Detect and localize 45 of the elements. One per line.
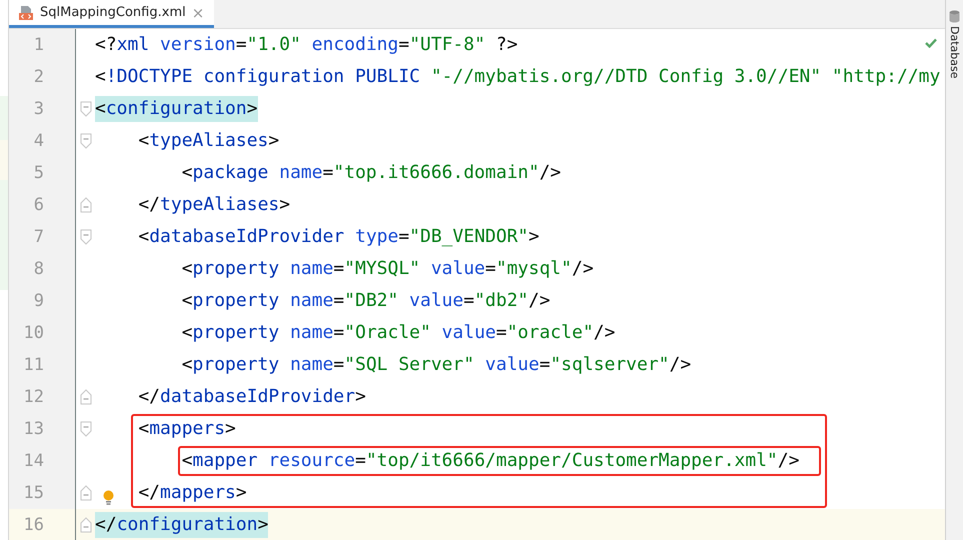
fold-icon[interactable] <box>80 133 92 149</box>
code-line: </mappers> <box>138 481 247 505</box>
code-line: </typeAliases> <box>138 193 290 217</box>
line-number: 4 <box>34 131 44 151</box>
line-number: 2 <box>34 67 44 87</box>
line-number: 1 <box>34 35 44 55</box>
line-number: 10 <box>24 323 44 343</box>
line-number: 11 <box>24 355 44 375</box>
line-number: 12 <box>24 387 44 407</box>
line-number: 3 <box>34 99 44 119</box>
line-number: 13 <box>24 419 44 439</box>
unfold-icon[interactable] <box>80 197 92 213</box>
checkmark-icon <box>925 38 937 48</box>
code-line: <property name="DB2" value="db2"/> <box>182 289 550 313</box>
code-line: <property name="SQL Server" value="sqlserver"/> <box>182 353 692 377</box>
line-number: 15 <box>24 483 44 503</box>
line-number: 9 <box>34 291 44 311</box>
line-number: 6 <box>34 195 44 215</box>
unfold-icon[interactable] <box>80 389 92 405</box>
fold-icon[interactable] <box>80 101 92 117</box>
line-number: 7 <box>34 227 44 247</box>
line-number: 16 <box>24 515 44 535</box>
fold-icon[interactable] <box>80 421 92 437</box>
line-number: 14 <box>24 451 44 471</box>
xml-file-icon <box>18 4 34 20</box>
code-line: <?xml version="1.0" encoding="UTF-8" ?> <box>95 33 518 57</box>
side-tool-tab[interactable]: Database <box>948 26 961 78</box>
code-line: <package name="top.it6666.domain"/> <box>182 161 562 185</box>
unfold-icon[interactable] <box>80 517 92 533</box>
line-number: 5 <box>34 163 44 183</box>
unfold-icon[interactable] <box>80 485 92 501</box>
code-line: <!DOCTYPE configuration PUBLIC "-//mybatis.org//DTD Config 3.0//EN" "http://my <box>95 65 940 89</box>
code-line: <property name="Oracle" value="oracle"/> <box>182 321 616 345</box>
line-number: 8 <box>34 259 44 279</box>
code-line: <databaseIdProvider type="DB_VENDOR"> <box>138 225 540 249</box>
database-icon[interactable] <box>949 10 960 23</box>
fold-icon[interactable] <box>80 229 92 245</box>
code-line: <mapper resource="top/it6666/mapper/CustomerMapper.xml"/> <box>182 449 800 473</box>
code-line: </databaseIdProvider> <box>138 385 366 409</box>
file-tab[interactable]: SqlMappingConfig.xml × <box>9 0 214 28</box>
tab-label: SqlMappingConfig.xml <box>40 5 186 20</box>
code-line: <typeAliases> <box>138 129 280 153</box>
code-line: <property name="MYSQL" value="mysql"/> <box>182 257 594 281</box>
code-line: <mappers> <box>138 417 236 441</box>
lightbulb-icon[interactable] <box>103 490 114 505</box>
